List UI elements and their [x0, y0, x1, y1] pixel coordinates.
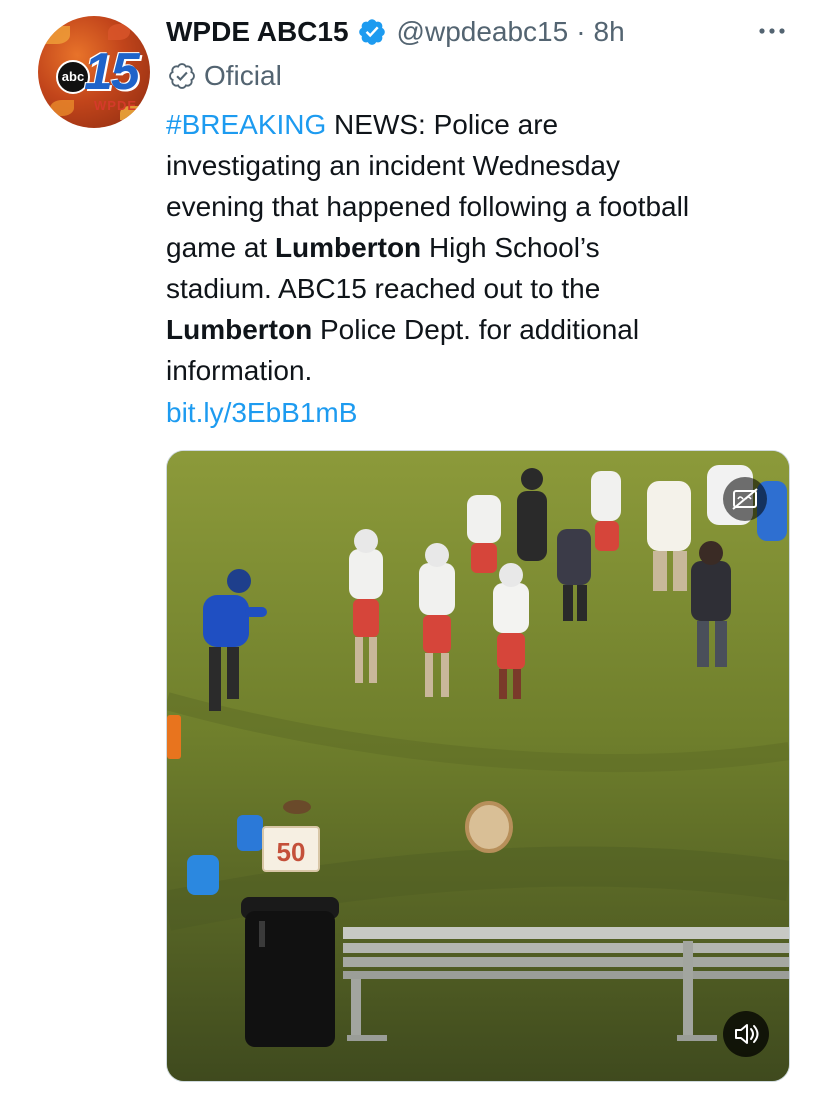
tweet-text-line: investigating an incident Wednesday [166, 145, 796, 186]
fallen-helmet [465, 801, 513, 853]
tweet-text-line: #BREAKING NEWS: Police are [166, 104, 796, 145]
tweet-text-line: game at Lumberton High School’s [166, 227, 796, 268]
tweet-text-segment: High School’s [421, 232, 600, 263]
tweet-text-line: evening that happened following a footba… [166, 186, 796, 227]
tweet-header: WPDE ABC15 @wpdeabc15 · 8h [166, 14, 625, 50]
hashtag-link[interactable]: #BREAKING [166, 109, 326, 140]
highlighted-term: Lumberton [274, 232, 422, 263]
official-label-icon [169, 63, 195, 89]
tweet-text-segment: Police Dept. for additional [312, 314, 640, 345]
official-label-text: Oficial [204, 60, 282, 91]
tweet-text-line: information. [166, 350, 796, 391]
water-cooler [187, 855, 219, 895]
more-options-icon[interactable] [752, 16, 792, 46]
tweet-text-segment: game at [166, 232, 275, 263]
leaf-decoration [50, 100, 74, 116]
water-cooler [237, 815, 263, 851]
volume-icon [735, 1024, 759, 1044]
separator-dot: · [576, 16, 586, 47]
captions-toggle-button[interactable] [723, 477, 767, 521]
station-logo-text: WPDE [94, 98, 137, 113]
display-name[interactable]: WPDE ABC15 [166, 16, 349, 48]
tweet-text-segment: information. [166, 355, 313, 386]
verified-badge-icon [358, 19, 385, 45]
official-label[interactable]: Oficial [168, 58, 282, 94]
tweet-text-line: Lumberton Police Dept. for additional [166, 309, 796, 350]
yard-marker: 50 [262, 826, 320, 872]
tweet-text-line: stadium. ABC15 reached out to the [166, 268, 796, 309]
highlighted-term: Lumberton [166, 314, 313, 345]
closed-captions-off-icon [732, 488, 758, 510]
tweet-text-segment: stadium. ABC15 reached out to the [166, 273, 601, 304]
football [283, 800, 311, 814]
tweet-body: #BREAKING NEWS: Police are investigating … [166, 104, 796, 391]
tweet-link[interactable]: bit.ly/3EbB1mB [166, 397, 357, 428]
tweet-text-segment: evening that happened following a footba… [166, 191, 690, 222]
leaf-decoration [108, 24, 130, 40]
video-frame: 50 [167, 451, 789, 1081]
tweet-text-segment: NEWS: Police are [326, 109, 559, 140]
account-avatar[interactable]: abc 15 WPDE [38, 16, 150, 128]
tweet-timestamp[interactable]: 8h [594, 16, 625, 48]
tweet-text-segment: investigating an incident Wednesday [166, 150, 621, 181]
trash-can [241, 897, 339, 1047]
tweet-link-line: bit.ly/3EbB1mB [166, 392, 357, 433]
leaf-decoration [44, 26, 70, 44]
account-handle[interactable]: @wpdeabc15 [397, 16, 569, 48]
video-player[interactable]: 50 [166, 450, 790, 1082]
orange-marker [167, 715, 181, 759]
volume-toggle-button[interactable] [723, 1011, 769, 1057]
yard-marker-number: 50 [277, 837, 306, 867]
channel-number-logo: 15 [84, 43, 140, 101]
